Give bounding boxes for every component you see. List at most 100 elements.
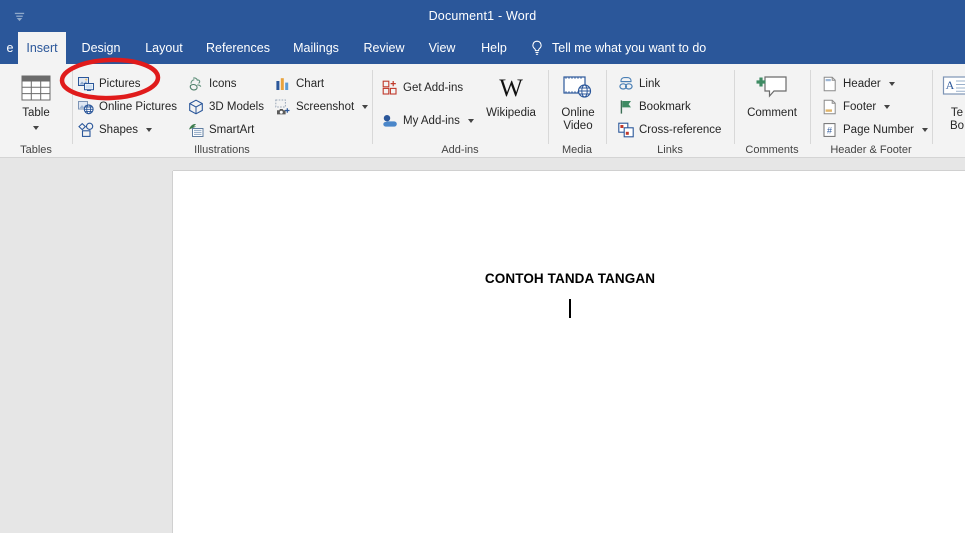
tab-insert[interactable]: Insert — [18, 32, 66, 64]
tab-label: e — [6, 41, 14, 55]
table-grid-icon — [21, 72, 51, 104]
pictures-button[interactable]: Pictures — [78, 74, 141, 94]
button-label: Pictures — [99, 78, 141, 90]
button-label: Screenshot — [296, 101, 355, 113]
chart-button[interactable]: Chart — [275, 74, 324, 94]
tab-review[interactable]: Review — [356, 32, 412, 64]
3d-models-button[interactable]: 3D Models — [188, 97, 264, 117]
shapes-icon — [78, 122, 94, 138]
tab-label: Help — [481, 41, 507, 55]
button-label: Table — [22, 107, 50, 119]
lightbulb-icon — [530, 40, 544, 56]
icons-icon — [188, 76, 204, 92]
tab-references[interactable]: References — [198, 32, 278, 64]
ribbon-tab-strip: e Insert Design Layout References Mailings Rev… — [0, 32, 965, 64]
button-label: Footer — [843, 101, 877, 113]
table-button[interactable]: Table — [14, 72, 58, 135]
button-label: Online Video — [561, 107, 595, 133]
button-label: Bookmark — [639, 101, 691, 113]
ribbon-group-label: Comments — [745, 144, 799, 156]
chevron-down-icon[interactable] — [467, 115, 474, 127]
button-label: 3D Models — [209, 101, 264, 113]
cross-reference-button[interactable]: Cross-reference — [618, 120, 721, 140]
chevron-down-icon[interactable] — [146, 124, 153, 136]
button-label: Te Bo — [949, 107, 965, 133]
page-number-icon: # — [822, 122, 838, 138]
icons-button[interactable]: Icons — [188, 74, 237, 94]
word-application-window: Document1 - Word e Insert Design Layout Refe… — [0, 0, 965, 533]
chevron-down-icon[interactable] — [884, 101, 891, 113]
ribbon-group-label: Links — [657, 144, 683, 156]
screenshot-button[interactable]: Screenshot — [275, 97, 369, 117]
header-button[interactable]: Header — [822, 74, 895, 94]
svg-text:A: A — [946, 78, 955, 92]
ribbon-group-comments: Comment Comments — [734, 64, 810, 158]
online-video-icon — [562, 72, 594, 104]
tab-design[interactable]: Design — [74, 32, 128, 64]
ribbon-group-media: Online Video Media — [548, 64, 606, 158]
bookmark-button[interactable]: Bookmark — [618, 97, 691, 117]
text-box-icon: A — [942, 72, 965, 104]
button-label: My Add-ins — [403, 115, 460, 127]
online-video-button[interactable]: Online Video — [554, 72, 602, 133]
window-title: Document1 - Word — [428, 9, 537, 23]
title-bar: Document1 - Word — [0, 0, 965, 32]
smartart-button[interactable]: SmartArt — [188, 120, 254, 140]
footer-page-icon — [822, 99, 838, 115]
ribbon-group-illustrations: Pictures Online Pictures Shapes Icons 3D… — [72, 64, 372, 158]
customize-quick-access-toolbar-icon[interactable] — [8, 6, 30, 26]
tell-me-search[interactable]: Tell me what you want to do — [530, 32, 706, 64]
tab-label: Design — [81, 41, 121, 55]
chart-icon — [275, 76, 291, 92]
footer-button[interactable]: Footer — [822, 97, 891, 117]
tab-mailings[interactable]: Mailings — [284, 32, 348, 64]
page-number-button[interactable]: # Page Number — [822, 120, 928, 140]
tab-label: Review — [363, 41, 405, 55]
button-label: Cross-reference — [639, 124, 722, 136]
tab-home-clipped[interactable]: e — [0, 32, 20, 64]
cube-icon — [188, 99, 204, 115]
my-add-ins-icon — [382, 113, 398, 129]
ribbon-group-text: A Te Bo — [932, 64, 965, 158]
tab-help[interactable]: Help — [472, 32, 516, 64]
text-box-button[interactable]: A Te Bo — [940, 72, 965, 133]
tab-view[interactable]: View — [420, 32, 464, 64]
text-insertion-caret — [569, 299, 571, 318]
button-label: Comment — [747, 107, 797, 119]
wikipedia-button[interactable]: W Wikipedia — [476, 72, 546, 120]
button-label: Chart — [296, 78, 325, 90]
ribbon-group-header-footer: Header Footer # Page Number Header & Foot… — [810, 64, 932, 158]
ribbon-group-label: Add-ins — [441, 144, 479, 156]
ribbon-group-label: Tables — [20, 144, 52, 156]
get-add-ins-icon — [382, 80, 398, 96]
button-label: Header — [843, 78, 881, 90]
svg-text:W: W — [499, 75, 523, 102]
ribbon-group-add-ins: W Wikipedia Get Add-ins My Add-ins Add-in… — [372, 64, 548, 158]
comment-button[interactable]: Comment — [736, 72, 808, 120]
my-add-ins-button[interactable]: My Add-ins — [382, 111, 474, 131]
ribbon-group-label: Media — [562, 144, 592, 156]
chevron-down-icon[interactable] — [888, 78, 895, 90]
shapes-button[interactable]: Shapes — [78, 120, 153, 140]
tab-label: View — [428, 41, 456, 55]
tab-label: Insert — [26, 41, 58, 55]
bookmark-flag-icon — [618, 99, 634, 115]
ribbon-group-links: Link Bookmark Cross-reference Links — [606, 64, 734, 158]
tab-layout[interactable]: Layout — [138, 32, 190, 64]
get-add-ins-button[interactable]: Get Add-ins — [382, 78, 463, 98]
button-label: Get Add-ins — [403, 82, 464, 94]
button-label: Icons — [209, 78, 237, 90]
chevron-down-icon[interactable] — [921, 124, 928, 136]
tab-label: References — [206, 41, 270, 55]
document-page[interactable]: CONTOH TANDA TANGAN — [173, 171, 965, 533]
new-comment-icon — [755, 72, 789, 104]
chevron-down-icon[interactable] — [362, 101, 369, 113]
link-icon — [618, 76, 634, 92]
header-page-icon — [822, 76, 838, 92]
link-button[interactable]: Link — [618, 74, 660, 94]
cross-reference-icon — [618, 122, 634, 138]
wikipedia-w-icon: W — [494, 72, 528, 104]
smartart-icon — [188, 122, 204, 138]
online-pictures-button[interactable]: Online Pictures — [78, 97, 177, 117]
chevron-down-icon[interactable] — [33, 122, 39, 135]
